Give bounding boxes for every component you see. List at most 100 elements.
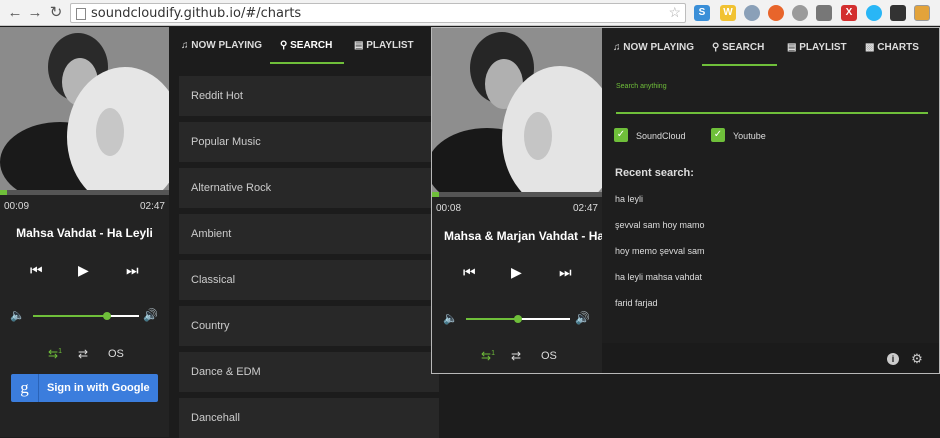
popup-tab-search[interactable]: ⚲ SEARCH [702, 28, 777, 66]
list-item[interactable]: Country [179, 306, 439, 346]
gear-icon[interactable]: ⚙ [911, 352, 923, 365]
extension-layers-icon[interactable] [890, 5, 906, 21]
tab-playlist[interactable]: ▤ PLAYLIST [354, 27, 414, 64]
popup-progress-fill [432, 192, 439, 197]
search-field-label: Search anything [616, 83, 667, 90]
recent-search-item[interactable]: hoy memo şevval sam [615, 246, 705, 256]
popup-repeat-icon[interactable]: ⇆1 [481, 349, 495, 363]
previous-icon[interactable]: ⏮ [30, 262, 43, 279]
extension-b-icon[interactable] [768, 5, 784, 21]
popup-album-photo [432, 28, 602, 192]
shuffle-icon[interactable]: ⇄ [78, 347, 88, 361]
list-item[interactable]: Classical [179, 260, 439, 300]
popup-os-button[interactable]: OS [541, 350, 557, 362]
recent-search-title: Recent search: [615, 167, 694, 179]
search-input[interactable] [616, 94, 928, 114]
recent-search-item[interactable]: ha leyli [615, 194, 643, 204]
popup-volume-low-icon[interactable]: 🔈 [443, 311, 458, 325]
list-item[interactable]: Ambient [179, 214, 439, 254]
info-icon[interactable]: i [887, 353, 899, 365]
arrow-right-icon[interactable]: → [26, 4, 44, 22]
progress-bar[interactable] [0, 190, 169, 195]
volume-low-icon[interactable]: 🔈 [10, 308, 25, 322]
popup-player-panel: 00:08 02:47 Mahsa & Marjan Vahdat - Ha ⏮… [432, 28, 604, 373]
popup-progress-bar[interactable] [432, 192, 602, 197]
popup-previous-icon[interactable]: ⏮ [463, 264, 476, 281]
recent-search-item[interactable]: şevval sam hoy mamo [615, 220, 705, 230]
reload-icon[interactable]: ↻ [47, 4, 65, 22]
playlist-icon: ▤ [354, 40, 364, 51]
album-art [0, 27, 169, 190]
playlist-icon: ▤ [787, 42, 797, 53]
recent-search-item[interactable]: ha leyli mahsa vahdat [615, 272, 702, 282]
extension-tag-icon[interactable] [866, 5, 882, 21]
extension-x-icon[interactable]: X [841, 5, 857, 21]
extension-drop-icon[interactable] [792, 5, 808, 21]
google-icon: g [11, 374, 39, 402]
popup-elapsed-time: 00:08 [436, 203, 462, 214]
main-tab-bar: ♫ NOW PLAYING ⚲ SEARCH ▤ PLAYLIST [169, 27, 434, 64]
next-icon[interactable]: ⏭ [126, 262, 139, 279]
soundcloudify-extension-icon[interactable] [914, 5, 930, 21]
popup-play-icon[interactable]: ▶ [511, 264, 522, 281]
popup-footer: i ⚙ [602, 343, 939, 373]
youtube-label: Youtube [733, 131, 766, 141]
os-button[interactable]: OS [108, 348, 124, 360]
tab-label: SEARCH [722, 42, 765, 53]
popup-volume-high-icon[interactable]: 🔊 [575, 311, 590, 325]
browser-toolbar: ← → ↻ soundcloudify.github.io/#/charts ☆… [0, 0, 940, 26]
popup-repeat-badge: 1 [491, 350, 495, 357]
repeat-icon[interactable]: ⇆1 [48, 347, 62, 361]
popup-content: ♫ NOW PLAYING ⚲ SEARCH ▤ PLAYLIST ▩ CHAR… [602, 28, 939, 373]
soundcloud-checkbox[interactable]: ✓ [614, 128, 628, 142]
tab-label: PLAYLIST [799, 42, 847, 53]
list-item[interactable]: Reddit Hot [179, 76, 439, 116]
popup-tab-playlist[interactable]: ▤ PLAYLIST [787, 28, 847, 66]
tab-label: NOW PLAYING [191, 40, 263, 51]
track-title: Mahsa Vahdat - Ha Leyli [16, 226, 153, 240]
elapsed-time: 00:09 [4, 201, 30, 212]
list-item[interactable]: Dancehall [179, 398, 439, 438]
bar-chart-icon: ▩ [865, 42, 875, 53]
album-photo [0, 27, 169, 190]
extension-gear-icon[interactable] [744, 5, 760, 21]
search-icon: ⚲ [712, 42, 720, 53]
soundcloud-label: SoundCloud [636, 131, 686, 141]
player-panel: 00:09 02:47 Mahsa Vahdat - Ha Leyli ⏮ ▶ … [0, 27, 169, 437]
tab-search[interactable]: ⚲ SEARCH [270, 27, 344, 64]
star-icon[interactable]: ☆ [668, 4, 681, 21]
tab-label: PLAYLIST [366, 40, 414, 51]
tab-label: NOW PLAYING [623, 42, 695, 53]
volume-fill [33, 315, 108, 317]
arrow-left-icon[interactable]: ← [6, 4, 24, 22]
music-note-icon: ♫ [613, 42, 621, 53]
popup-volume-slider[interactable] [466, 315, 570, 323]
extension-cup-icon[interactable] [816, 5, 832, 21]
list-item[interactable]: Alternative Rock [179, 168, 439, 208]
youtube-checkbox[interactable]: ✓ [711, 128, 725, 142]
popup-volume-knob[interactable] [514, 315, 522, 323]
play-icon[interactable]: ▶ [78, 262, 89, 279]
url-text: soundcloudify.github.io/#/charts [91, 6, 302, 21]
address-bar[interactable]: soundcloudify.github.io/#/charts ☆ [70, 3, 686, 23]
extension-w-icon[interactable]: W [720, 5, 736, 21]
repeat-badge: 1 [58, 348, 62, 355]
popup-tab-now-playing[interactable]: ♫ NOW PLAYING [613, 28, 694, 66]
list-item[interactable]: Dance & EDM [179, 352, 439, 392]
popup-next-icon[interactable]: ⏭ [559, 264, 572, 281]
volume-high-icon[interactable]: 🔊 [143, 308, 158, 322]
tab-now-playing[interactable]: ♫ NOW PLAYING [181, 27, 262, 64]
recent-search-item[interactable]: farid farjad [615, 298, 658, 308]
volume-knob[interactable] [103, 312, 112, 320]
extension-popup: 00:08 02:47 Mahsa & Marjan Vahdat - Ha ⏮… [431, 27, 940, 374]
google-sign-in-button[interactable]: g Sign in with Google [11, 374, 158, 402]
list-item[interactable]: Popular Music [179, 122, 439, 162]
popup-tab-charts[interactable]: ▩ CHARTS [865, 28, 919, 66]
popup-shuffle-icon[interactable]: ⇄ [511, 349, 521, 363]
page-icon [76, 8, 86, 20]
progress-fill [0, 190, 7, 195]
volume-slider[interactable] [33, 312, 139, 320]
music-note-icon: ♫ [181, 40, 189, 51]
extension-s-icon[interactable]: S [694, 5, 710, 21]
popup-total-time: 02:47 [572, 203, 598, 214]
